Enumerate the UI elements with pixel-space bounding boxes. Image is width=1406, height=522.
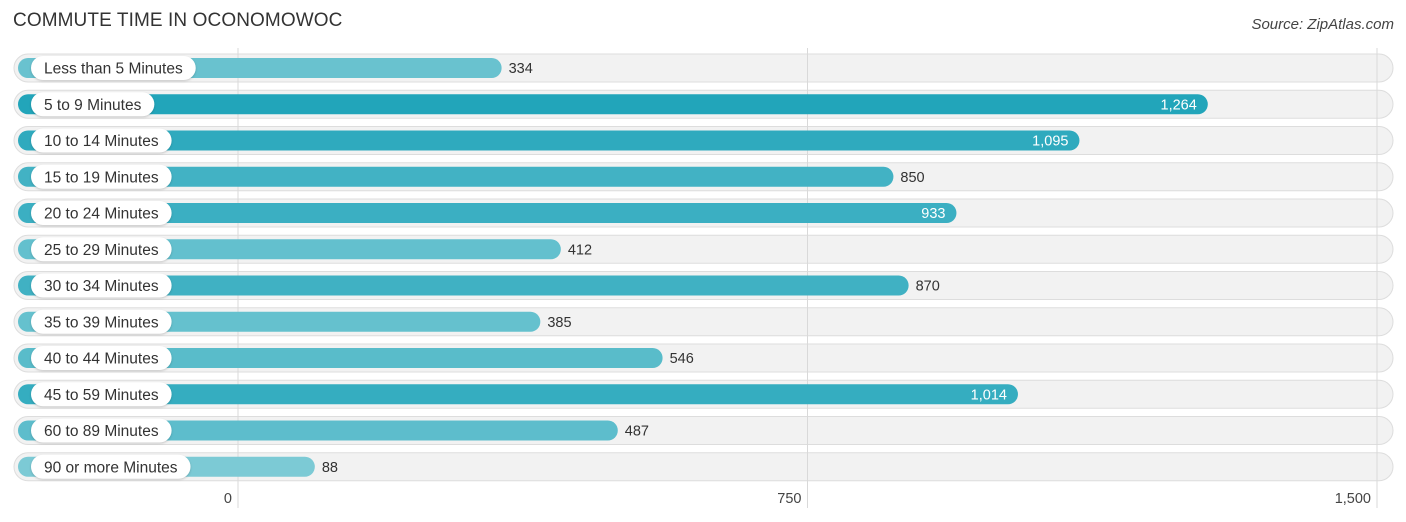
value-label: 487 — [625, 424, 649, 440]
x-tick-label: 1,500 — [1335, 491, 1371, 507]
bar-row: 25 to 29 Minutes 412 — [18, 237, 592, 262]
bar-row: 5 to 9 Minutes 1,264 — [18, 92, 1208, 117]
category-label: 35 to 39 Minutes — [44, 314, 159, 331]
bar — [18, 130, 1080, 151]
category-label: 25 to 29 Minutes — [44, 242, 159, 259]
bar-row: 35 to 39 Minutes 385 — [18, 309, 572, 334]
value-label: 412 — [568, 242, 592, 258]
bar-chart: Less than 5 Minutes 334 5 to 9 Minutes 1,26… — [13, 48, 1394, 508]
category-label: 30 to 34 Minutes — [44, 278, 159, 295]
value-label: 1,264 — [1161, 97, 1197, 113]
category-label: Less than 5 Minutes — [44, 61, 183, 78]
value-label: 334 — [509, 61, 533, 77]
value-label: 1,095 — [1032, 134, 1068, 150]
value-label: 850 — [900, 170, 924, 186]
x-tick-label: 750 — [777, 491, 801, 507]
bar-row: 15 to 19 Minutes 850 — [18, 164, 925, 189]
bar-row: 45 to 59 Minutes 1,014 — [18, 382, 1018, 407]
value-label: 870 — [916, 279, 940, 295]
bar-row: 60 to 89 Minutes 487 — [18, 418, 649, 443]
category-label: 5 to 9 Minutes — [44, 97, 142, 114]
category-label: 45 to 59 Minutes — [44, 387, 159, 404]
category-label: 20 to 24 Minutes — [44, 206, 159, 223]
bar — [18, 94, 1208, 115]
category-label: 90 or more Minutes — [44, 459, 178, 476]
bar-row: 10 to 14 Minutes 1,095 — [18, 128, 1080, 153]
value-label: 1,014 — [971, 387, 1007, 403]
value-label: 385 — [547, 315, 571, 331]
category-label: 60 to 89 Minutes — [44, 423, 159, 440]
value-label: 88 — [322, 460, 338, 476]
category-label: 15 to 19 Minutes — [44, 169, 159, 186]
bar-row: Less than 5 Minutes 334 — [18, 56, 533, 80]
bar-row: 20 to 24 Minutes 933 — [18, 201, 957, 225]
bar-row: 40 to 44 Minutes 546 — [18, 346, 694, 370]
x-tick-label: 0 — [224, 491, 232, 507]
category-label: 10 to 14 Minutes — [44, 133, 159, 150]
value-label: 933 — [921, 206, 945, 222]
category-label: 40 to 44 Minutes — [44, 351, 159, 368]
bar-row: 30 to 34 Minutes 870 — [18, 273, 940, 298]
value-label: 546 — [670, 351, 694, 367]
bar-row: 90 or more Minutes 88 — [18, 454, 338, 479]
